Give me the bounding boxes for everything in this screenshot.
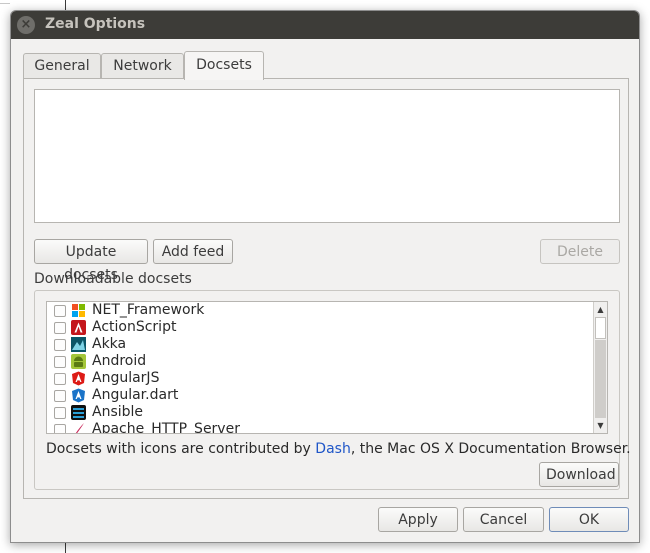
checkbox[interactable] <box>54 339 66 351</box>
close-icon[interactable]: × <box>17 16 35 34</box>
ok-button[interactable]: OK <box>549 507 629 532</box>
scroll-down-icon[interactable]: ▼ <box>594 419 607 432</box>
angularjs-icon <box>72 371 85 386</box>
tab-network[interactable]: Network <box>101 53 184 79</box>
checkbox[interactable] <box>54 424 66 433</box>
angulardart-icon <box>72 388 85 403</box>
scrollbar-track[interactable] <box>595 340 606 418</box>
window-title: Zeal Options <box>45 16 146 32</box>
scroll-up-icon[interactable]: ▲ <box>594 303 607 316</box>
add-feed-button[interactable]: Add feed <box>153 239 233 264</box>
title-bar[interactable]: × Zeal Options <box>11 11 639 39</box>
list-item[interactable]: AngularJS <box>47 370 593 387</box>
downloadable-group: NET_Framework ActionScript Akka Android … <box>34 290 631 490</box>
tab-general[interactable]: General <box>23 53 101 79</box>
docset-label: Apache_HTTP_Server <box>92 421 240 434</box>
checkbox[interactable] <box>54 305 66 317</box>
list-item[interactable]: Android <box>47 353 593 370</box>
download-button[interactable]: Download <box>539 462 619 487</box>
list-item[interactable]: Akka <box>47 336 593 353</box>
dash-link[interactable]: Dash <box>315 441 351 457</box>
cancel-button[interactable]: Cancel <box>463 507 544 532</box>
docsets-pane: Update docsets Add feed Delete Downloada… <box>23 78 631 499</box>
options-dialog: × Zeal Options General Network Docsets U… <box>10 10 640 543</box>
list-item[interactable]: NET_Framework <box>47 302 593 319</box>
dotnet-icon <box>72 304 85 317</box>
list-item[interactable]: Apache_HTTP_Server <box>47 421 593 434</box>
apply-button[interactable]: Apply <box>378 507 458 532</box>
delete-button[interactable]: Delete <box>540 239 620 264</box>
update-docsets-button[interactable]: Update docsets <box>34 239 148 283</box>
android-icon <box>71 354 86 369</box>
list-item[interactable]: ActionScript <box>47 319 593 336</box>
checkbox[interactable] <box>54 322 66 334</box>
docset-label: Angular.dart <box>92 387 179 403</box>
docset-label: Akka <box>92 336 127 352</box>
vertical-scrollbar[interactable]: ▲ ▼ <box>593 302 607 433</box>
credit-text: Docsets with icons are contributed by Da… <box>46 441 631 457</box>
akka-icon <box>71 337 86 352</box>
scrollbar-thumb[interactable] <box>595 317 606 339</box>
downloadable-docsets-list[interactable]: NET_Framework ActionScript Akka Android … <box>46 301 608 434</box>
tab-docsets[interactable]: Docsets <box>184 51 264 80</box>
docset-label: Ansible <box>92 404 144 420</box>
downloadable-docsets-heading: Downloadable docsets <box>34 271 192 287</box>
docset-label: AngularJS <box>92 370 160 386</box>
list-item[interactable]: Ansible <box>47 404 593 421</box>
checkbox[interactable] <box>54 390 66 402</box>
list-item[interactable]: Angular.dart <box>47 387 593 404</box>
docset-label: NET_Framework <box>92 302 205 318</box>
docset-label: Android <box>92 353 147 369</box>
checkbox[interactable] <box>54 407 66 419</box>
docset-label: ActionScript <box>92 319 177 335</box>
ansible-icon <box>71 405 86 420</box>
checkbox[interactable] <box>54 373 66 385</box>
installed-docsets-list[interactable] <box>34 89 620 223</box>
apache-icon <box>75 423 84 433</box>
actionscript-icon <box>71 320 86 335</box>
checkbox[interactable] <box>54 356 66 368</box>
